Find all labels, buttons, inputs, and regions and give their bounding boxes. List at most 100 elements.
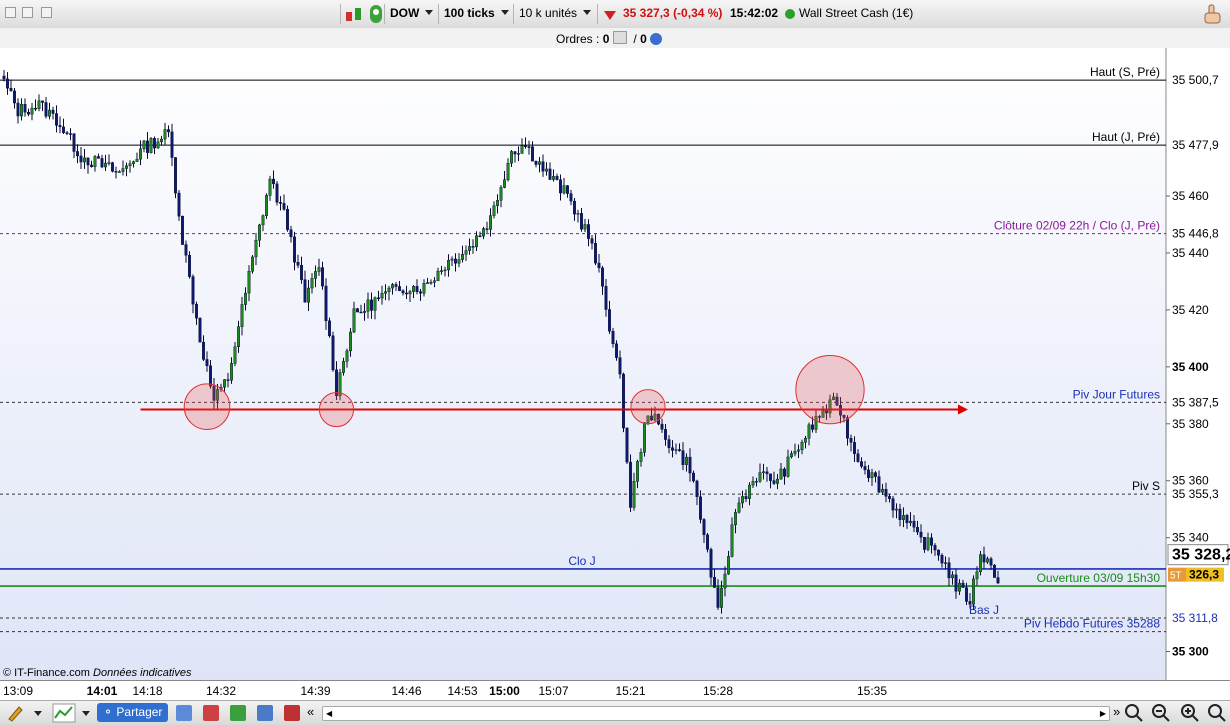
candle-body — [772, 480, 776, 484]
candle-body — [758, 472, 762, 482]
candle-body — [135, 158, 139, 162]
scroll-left-icon[interactable]: ◀ — [326, 709, 332, 718]
chevron-down-icon[interactable] — [82, 711, 90, 716]
ticks-select[interactable]: 100 ticks — [444, 4, 509, 23]
candle-body — [121, 168, 125, 172]
candle-body — [545, 168, 549, 172]
candle-body — [447, 260, 451, 271]
candle-body — [394, 284, 398, 287]
scroll-left-fast-icon[interactable]: « — [307, 704, 314, 719]
x-tick-label: 15:00 — [489, 684, 520, 698]
candle-body — [51, 109, 55, 114]
candle-body — [811, 424, 815, 430]
instrument-select[interactable]: DOW — [390, 4, 434, 23]
candle-body — [618, 357, 622, 375]
level-name-label: Piv Jour Futures — [1073, 387, 1160, 401]
calendar-icon[interactable] — [203, 705, 219, 721]
gear-icon[interactable] — [650, 33, 663, 45]
candle-body — [345, 350, 349, 362]
window-maximize-icon[interactable] — [41, 7, 52, 18]
clock: 15:42:02 — [730, 6, 779, 20]
zoom-in-icon[interactable] — [1180, 703, 1200, 723]
pencil-icon[interactable] — [6, 704, 24, 722]
candle-body — [874, 472, 878, 477]
candle-body — [363, 311, 367, 313]
candle-body — [208, 365, 212, 387]
candle-body — [152, 138, 156, 149]
candle-body — [552, 176, 556, 180]
candle-body — [688, 456, 692, 474]
alert-icon[interactable] — [367, 3, 385, 25]
scroll-right-fast-icon[interactable]: » — [1113, 704, 1120, 719]
candle-body — [786, 456, 790, 477]
candle-body — [27, 112, 31, 115]
candle-body — [415, 286, 419, 292]
candle-body — [489, 215, 493, 230]
candle-body — [48, 109, 52, 117]
candle-body — [370, 299, 374, 311]
candle-body — [989, 558, 993, 566]
candle-body — [9, 87, 13, 92]
candle-body — [233, 346, 237, 364]
candle-body — [422, 283, 426, 294]
candle-body — [342, 361, 346, 373]
candle-body — [853, 442, 857, 454]
candle-body — [793, 451, 797, 454]
chevron-down-icon[interactable] — [34, 711, 42, 716]
units-select[interactable]: 10 k unités — [519, 4, 592, 23]
zoom-out-icon[interactable] — [1151, 703, 1171, 723]
chart-area[interactable]: Haut (S, Pré) Haut (J, Pré) Clôture 02/09 … — [0, 48, 1230, 680]
candle-body — [958, 582, 962, 592]
candle-body — [979, 554, 983, 572]
candlestick-chart: Haut (S, Pré) Haut (J, Pré) Clôture 02/09 … — [0, 48, 1230, 680]
compare-icon[interactable] — [257, 705, 273, 721]
time-scrollbar[interactable]: ◀ ▶ — [322, 706, 1110, 721]
chevron-down-icon — [500, 10, 509, 15]
candle-body — [177, 192, 181, 217]
candle-body — [548, 168, 552, 180]
candle-body — [114, 171, 118, 173]
tools-icon[interactable] — [284, 705, 300, 721]
hand-pointer-icon[interactable] — [1201, 3, 1225, 25]
candle-body — [194, 303, 198, 319]
chart-type-icon[interactable] — [52, 703, 76, 723]
window-restore-icon[interactable] — [22, 7, 33, 18]
window-minimize-icon[interactable] — [5, 7, 16, 18]
candle-body — [692, 472, 696, 482]
scroll-right-icon[interactable]: ▶ — [1100, 709, 1106, 718]
level-value-label: 35 355,3 — [1172, 487, 1219, 501]
candle-body — [867, 469, 871, 479]
candle-body — [384, 291, 388, 294]
candle-body — [716, 587, 720, 608]
orders-list-icon[interactable] — [612, 31, 627, 44]
indicators-icon[interactable] — [230, 705, 246, 721]
candle-body — [307, 287, 311, 303]
candle-body — [986, 558, 990, 563]
zoom-fit-icon[interactable] — [1124, 703, 1144, 723]
candle-body — [317, 267, 321, 272]
candle-body — [636, 461, 640, 482]
candle-body — [250, 256, 254, 272]
candle-body — [335, 369, 339, 397]
order-icon[interactable] — [344, 5, 364, 23]
candle-body — [968, 601, 972, 605]
candle-body — [604, 286, 608, 310]
candle-body — [755, 481, 759, 483]
candle-body — [405, 292, 409, 295]
candle-body — [884, 488, 888, 497]
candle-body — [860, 461, 864, 467]
candle-body — [373, 297, 377, 311]
share-button[interactable]: ⚬ Partager — [97, 703, 169, 722]
candle-body — [597, 262, 601, 269]
chat-icon[interactable] — [176, 705, 192, 721]
zoom-reset-icon[interactable] — [1207, 703, 1227, 723]
x-tick-label: 14:32 — [205, 684, 237, 698]
candle-body — [499, 187, 503, 201]
level-name-label: Haut (J, Pré) — [1092, 130, 1160, 144]
x-tick-label: 14:53 — [447, 684, 478, 698]
candle-body — [695, 480, 699, 497]
candle-body — [667, 439, 671, 448]
candle-body — [205, 359, 209, 366]
level-value-label: 35 500,7 — [1172, 73, 1219, 87]
chart-footer: © IT-Finance.com Données indicatives — [3, 667, 192, 679]
